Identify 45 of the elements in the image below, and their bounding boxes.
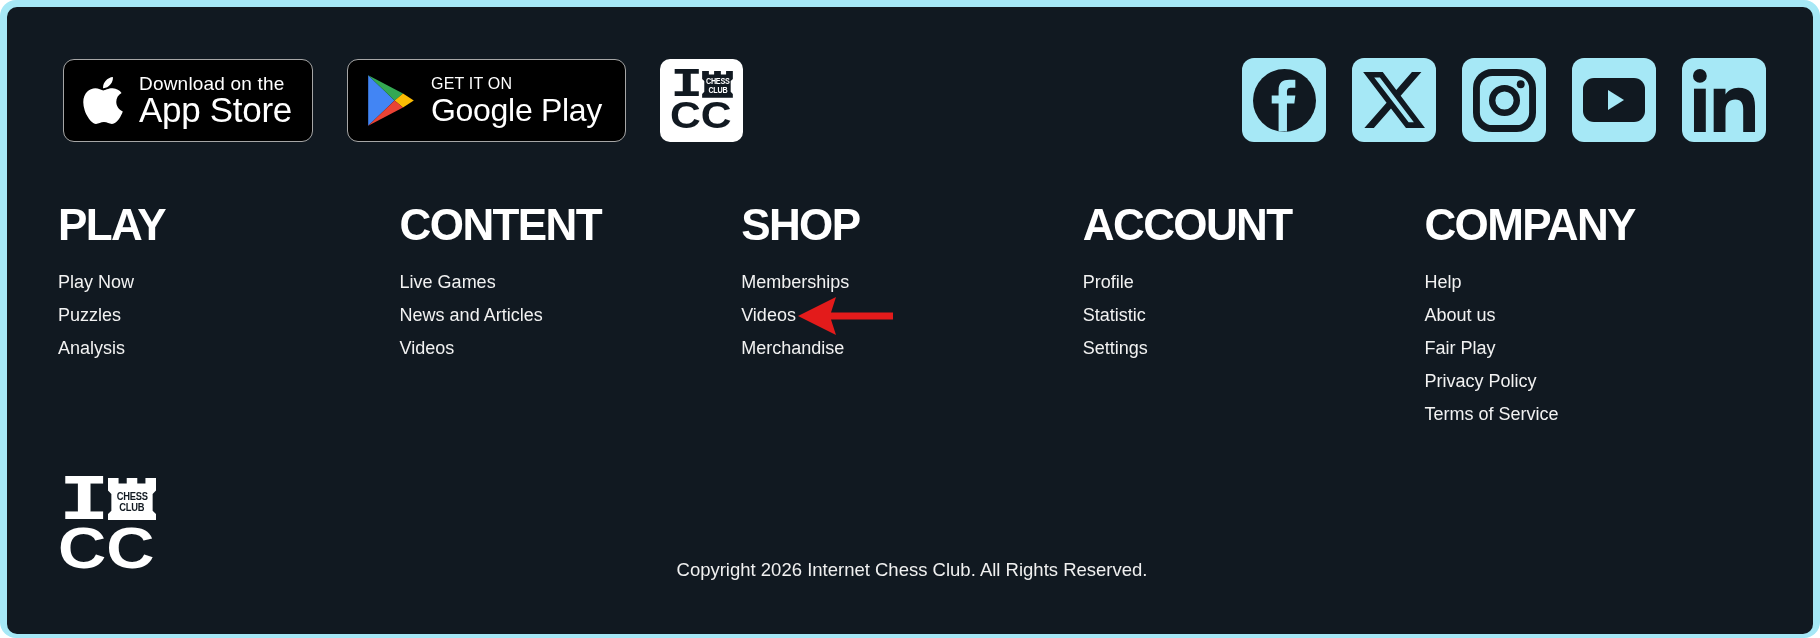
column-heading: CONTENT (399, 207, 602, 243)
footer-link[interactable]: About us (1424, 304, 1496, 326)
column-heading: COMPANY (1424, 207, 1635, 243)
social-link[interactable] (1462, 58, 1546, 142)
column-heading: PLAY (58, 207, 165, 243)
social-link[interactable] (1682, 58, 1766, 142)
footer-link[interactable]: Play Now (58, 271, 135, 293)
footer-link[interactable]: Videos (741, 304, 796, 326)
x-logo-icon (1363, 72, 1425, 128)
social-link[interactable] (1572, 58, 1656, 142)
linkedin-icon (1692, 68, 1756, 132)
instagram-icon (1472, 68, 1536, 132)
logo-initials: CC (58, 527, 155, 569)
logo-letter: I (58, 478, 105, 520)
emblem-text: CLUB (707, 85, 727, 95)
footer-link[interactable]: Merchandise (741, 337, 845, 359)
footer-link[interactable]: Analysis (58, 337, 126, 359)
footer-link[interactable]: Terms of Service (1424, 403, 1559, 425)
emblem-text: CHESS (116, 490, 148, 502)
footer-link[interactable]: Privacy Policy (1424, 370, 1537, 392)
footer-link[interactable]: Profile (1082, 271, 1134, 293)
footer-link[interactable]: Videos (399, 337, 455, 359)
footer-link[interactable]: Memberships (741, 271, 850, 293)
youtube-icon (1583, 78, 1645, 122)
footer-link[interactable]: Statistic (1082, 304, 1146, 326)
footer-link[interactable]: Fair Play (1424, 337, 1496, 359)
footer-link[interactable]: Settings (1082, 337, 1148, 359)
apple-icon (83, 76, 123, 124)
facebook-icon (1252, 68, 1316, 132)
social-link[interactable] (1352, 58, 1436, 142)
copyright-text: Copyright 2026 Internet Chess Club. All Rights Reserved. (676, 559, 1148, 580)
logo-initials: CC (670, 102, 732, 130)
footer-link[interactable]: News and Articles (399, 304, 543, 326)
store-badge[interactable]: GET IT ON Google Play (347, 58, 626, 142)
play-store-icon (367, 73, 415, 127)
store-badge[interactable]: Download on the App Store (63, 58, 313, 142)
emblem-text: CHESS (705, 76, 730, 86)
column-heading: ACCOUNT (1082, 207, 1292, 243)
footer-link[interactable]: Live Games (399, 271, 496, 293)
emblem-text: CLUB (119, 501, 145, 513)
column-heading: SHOP (741, 207, 860, 243)
footer-link[interactable]: Help (1424, 271, 1462, 293)
social-link[interactable] (1242, 58, 1326, 142)
footer-link[interactable]: Puzzles (58, 304, 122, 326)
logo-letter: I (670, 70, 700, 98)
